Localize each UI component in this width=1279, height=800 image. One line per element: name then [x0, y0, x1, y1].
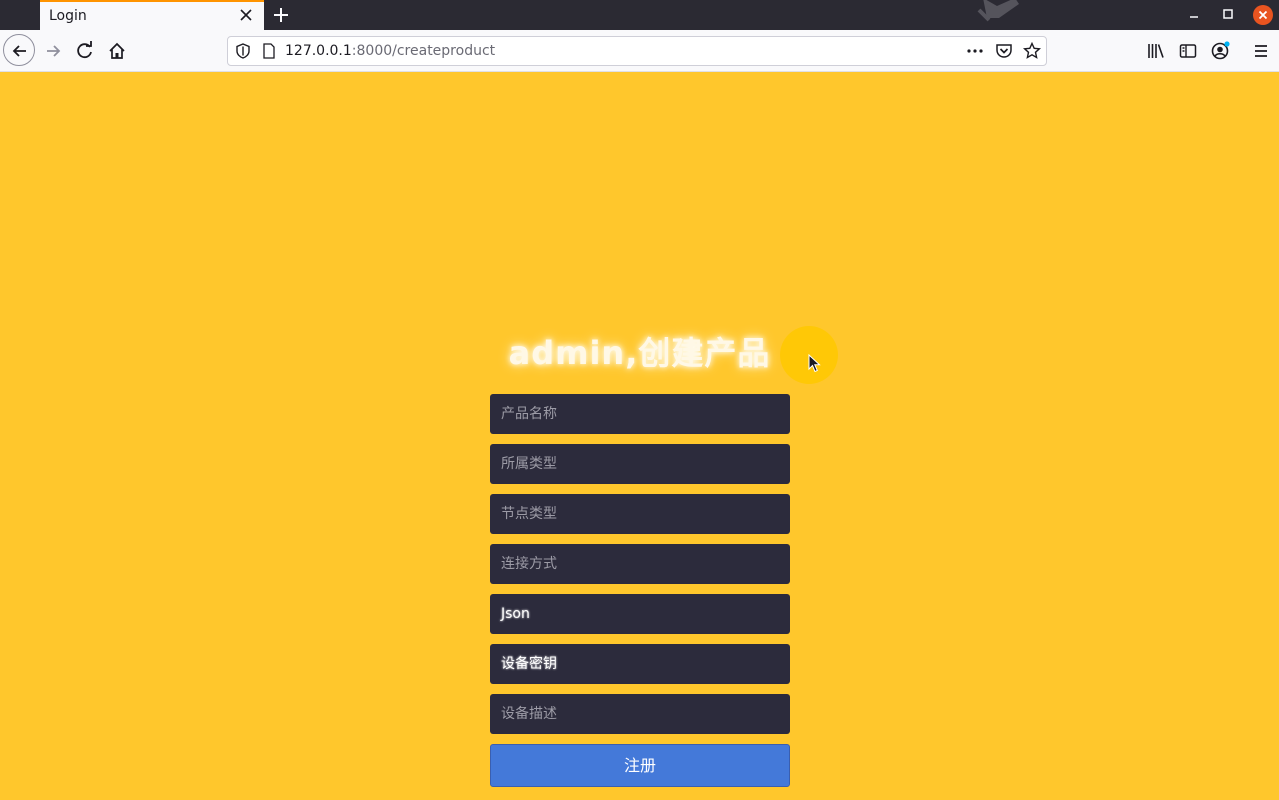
connection-method-input[interactable]: 连接方式	[490, 544, 790, 584]
plus-icon[interactable]	[272, 6, 290, 24]
nav-bar: 127.0.0.1:8000/createproduct	[0, 30, 1279, 72]
pocket-icon[interactable]	[995, 42, 1013, 60]
product-name-placeholder: 产品名称	[501, 406, 557, 422]
home-icon[interactable]	[107, 41, 127, 61]
connection-method-placeholder: 连接方式	[501, 556, 557, 572]
product-type-placeholder: 所属类型	[501, 456, 557, 472]
back-arrow-icon	[12, 45, 26, 57]
product-type-input[interactable]: 所属类型	[490, 444, 790, 484]
product-name-input[interactable]: 产品名称	[490, 394, 790, 434]
cursor-icon	[808, 354, 821, 373]
reload-icon[interactable]	[75, 41, 95, 61]
url-text[interactable]: 127.0.0.1:8000/createproduct	[285, 43, 495, 59]
page-icon[interactable]	[261, 43, 277, 59]
url-host: 127.0.0.1	[285, 43, 352, 59]
star-icon[interactable]	[1023, 42, 1041, 60]
tab-title: Login	[49, 8, 87, 24]
node-type-placeholder: 节点类型	[501, 506, 557, 522]
sidebar-icon[interactable]	[1178, 41, 1198, 61]
menu-icon[interactable]	[1251, 41, 1271, 61]
page-content: admin,创建产品 产品名称 所属类型 节点类型 连接方式 Json 设备密钥…	[0, 72, 1279, 800]
browser-window: Login 127.0.0.1:8000/createproduct admin…	[0, 0, 1279, 800]
node-type-input[interactable]: 节点类型	[490, 494, 790, 534]
shield-icon[interactable]	[235, 43, 251, 59]
device-key-input[interactable]: 设备密钥	[490, 644, 790, 684]
tab-login[interactable]: Login	[40, 0, 264, 30]
page-title: admin,创建产品	[508, 334, 771, 372]
watermark-logo	[977, 0, 1019, 22]
data-format-value: Json	[501, 606, 530, 622]
account-icon[interactable]	[1210, 41, 1230, 61]
tab-strip: Login	[0, 0, 1279, 30]
close-icon	[1258, 10, 1268, 20]
library-icon[interactable]	[1146, 41, 1166, 61]
device-key-value: 设备密钥	[501, 656, 557, 672]
data-format-input[interactable]: Json	[490, 594, 790, 634]
device-description-input[interactable]: 设备描述	[490, 694, 790, 734]
device-description-placeholder: 设备描述	[501, 706, 557, 722]
minimize-icon[interactable]	[1186, 6, 1202, 22]
url-bar[interactable]: 127.0.0.1:8000/createproduct	[227, 36, 1047, 66]
url-path: :8000/createproduct	[351, 43, 496, 59]
back-button[interactable]	[3, 34, 35, 66]
close-icon[interactable]	[238, 7, 254, 23]
window-close-button[interactable]	[1253, 5, 1273, 25]
maximize-icon[interactable]	[1220, 6, 1236, 22]
forward-arrow-icon[interactable]	[43, 41, 63, 61]
register-button[interactable]: 注册	[490, 744, 790, 787]
more-icon[interactable]	[966, 43, 984, 59]
